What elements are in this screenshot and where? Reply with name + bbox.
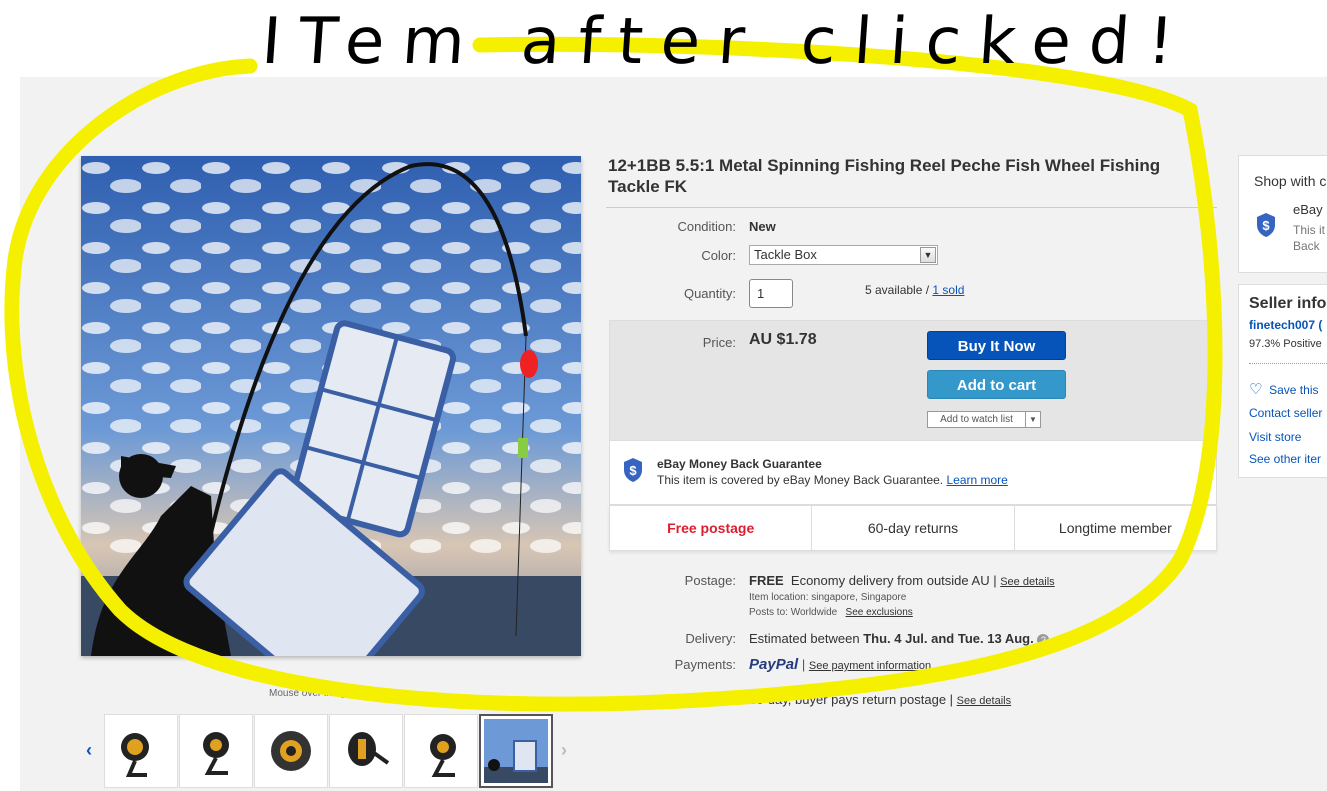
returns-text: 60-day, buyer pays return postage | <box>749 692 954 707</box>
watch-list-label[interactable]: Add to watch list <box>928 412 1026 427</box>
shield-dollar-icon: $ <box>624 458 642 482</box>
visit-store-link[interactable]: Visit store <box>1249 430 1301 444</box>
color-label: Color: <box>701 248 736 263</box>
postage-label: Postage: <box>684 573 736 588</box>
shop-heading: Shop with c <box>1254 173 1327 189</box>
price-label: Price: <box>702 335 736 350</box>
thumbnail-3[interactable] <box>254 714 328 788</box>
thumbnail-4[interactable] <box>329 714 403 788</box>
posts-to: Posts to: Worldwide See exclusions <box>749 607 913 618</box>
chevron-down-icon[interactable]: ▼ <box>920 247 936 263</box>
product-title: 12+1BB 5.5:1 Metal Spinning Fishing Reel… <box>608 156 1161 196</box>
contact-seller-link[interactable]: Contact seller <box>1249 406 1322 420</box>
help-icon[interactable]: ? <box>1037 633 1050 646</box>
thumbnail-strip <box>104 714 553 788</box>
guarantee-desc: This item is covered by eBay Money Back … <box>657 473 1008 487</box>
returns-label: Returns: <box>686 693 736 708</box>
zoom-hint: Mouse over image to zoom <box>269 688 390 699</box>
save-seller-label: Save this <box>1269 383 1319 397</box>
seller-feedback: 97.3% Positive <box>1249 338 1322 350</box>
thumbnail-6-selected[interactable] <box>479 714 553 788</box>
item-location: Item location: singapore, Singapore <box>749 592 907 603</box>
price-value: AU $1.78 <box>749 331 817 348</box>
returns-value: 60-day, buyer pays return postage | See … <box>749 692 1011 707</box>
seller-info-heading: Seller info <box>1249 295 1327 312</box>
see-other-items-link[interactable]: See other iter <box>1249 452 1321 466</box>
returns-badge: 60-day returns <box>812 506 1015 550</box>
svg-text:$: $ <box>629 463 637 478</box>
product-page: Mouse over image to zoom ‹ › 12+1BB 5.5:… <box>0 0 1327 791</box>
add-to-watch-list-button[interactable]: Add to watch list ▼ <box>927 411 1041 428</box>
seller-divider <box>1249 363 1327 364</box>
paypal-logo: PayPal <box>749 656 799 673</box>
annotation-text: ITem after clicked! <box>259 5 1194 79</box>
main-product-image[interactable] <box>81 156 581 656</box>
svg-text:$: $ <box>1262 218 1270 233</box>
delivery-value: Estimated between Thu. 4 Jul. and Tue. 1… <box>749 631 1050 646</box>
postage-value: FREE Economy delivery from outside AU | … <box>749 573 1055 588</box>
heart-icon: ♡ <box>1249 381 1263 398</box>
posts-to-label: Posts to: <box>749 607 788 618</box>
shop-with-confidence-card: Shop with c $ eBay This it Back <box>1238 155 1327 273</box>
longtime-member-badge: Longtime member <box>1058 520 1172 536</box>
color-select[interactable]: Tackle Box ▼ <box>749 245 938 265</box>
thumbnail-1[interactable] <box>104 714 178 788</box>
seller-info-card: Seller info finetech007 ( 97.3% Positive… <box>1238 284 1327 478</box>
thumbnail-next-icon[interactable]: › <box>561 740 567 761</box>
see-exclusions-link[interactable]: See exclusions <box>846 607 913 618</box>
delivery-start: Thu. 4 Jul. <box>863 631 928 646</box>
payments-value: PayPal | See payment information <box>749 656 932 673</box>
thumbnail-2[interactable] <box>179 714 253 788</box>
ebay-guarantee-line2: Back <box>1293 239 1320 253</box>
postage-see-details-link[interactable]: See details <box>1000 576 1054 588</box>
title-divider <box>606 207 1217 208</box>
condition-label: Condition: <box>677 219 736 234</box>
see-payment-information-link[interactable]: See payment information <box>809 660 931 672</box>
posts-to-value: Worldwide <box>790 607 838 618</box>
delivery-prefix: Estimated between <box>749 631 860 646</box>
thumbnail-prev-icon[interactable]: ‹ <box>86 740 92 761</box>
postage-free: FREE <box>749 573 784 588</box>
delivery-label: Delivery: <box>685 631 736 646</box>
returns-see-details-link[interactable]: See details <box>957 695 1011 707</box>
delivery-end: Tue. 13 Aug. <box>957 631 1034 646</box>
watch-list-dropdown-icon[interactable]: ▼ <box>1026 412 1040 427</box>
guarantee-title: eBay Money Back Guarantee <box>657 457 822 471</box>
feature-strip: Free postage 60-day returns Longtime mem… <box>609 505 1217 551</box>
guarantee-desc-text: This item is covered by eBay Money Back … <box>657 473 944 487</box>
shield-dollar-icon: $ <box>1257 213 1275 237</box>
ebay-guarantee-title: eBay <box>1293 202 1323 217</box>
delivery-and: and <box>931 631 955 646</box>
buy-it-now-button[interactable]: Buy It Now <box>927 331 1066 360</box>
color-select-value: Tackle Box <box>754 247 817 262</box>
condition-value: New <box>749 219 776 234</box>
seller-name-link[interactable]: finetech007 ( <box>1249 318 1322 332</box>
learn-more-link[interactable]: Learn more <box>946 473 1007 487</box>
quantity-label: Quantity: <box>683 286 736 301</box>
add-to-cart-button[interactable]: Add to cart <box>927 370 1066 399</box>
available-text: 5 available / <box>865 283 933 297</box>
thumbnail-5[interactable] <box>404 714 478 788</box>
quantity-input[interactable]: 1 <box>749 279 793 308</box>
payments-label: Payments: <box>674 657 736 672</box>
save-seller-link[interactable]: ♡ Save this <box>1249 380 1318 398</box>
sold-link[interactable]: 1 sold <box>932 283 964 297</box>
ebay-guarantee-line1: This it <box>1293 223 1326 237</box>
free-postage-badge: Free postage <box>610 506 813 550</box>
postage-desc: Economy delivery from outside AU | <box>790 573 997 588</box>
availability: 5 available / 1 sold <box>865 283 964 297</box>
